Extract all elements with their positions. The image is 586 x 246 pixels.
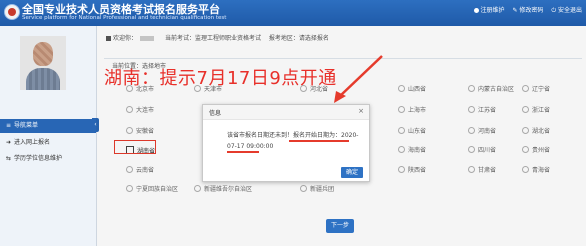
- info-dialog: 信息 × 该省市报名日期还未到！报名开始日期为：2020-07-17 09:00…: [202, 104, 370, 182]
- dialog-title: 信息: [209, 110, 222, 117]
- dialog-header: 信息 ×: [203, 105, 369, 120]
- ok-button[interactable]: 确定: [341, 167, 363, 178]
- message-underline: [227, 151, 259, 153]
- next-step-button[interactable]: 下一步: [326, 219, 354, 233]
- message-underline: [289, 140, 349, 142]
- close-icon[interactable]: ×: [358, 107, 364, 116]
